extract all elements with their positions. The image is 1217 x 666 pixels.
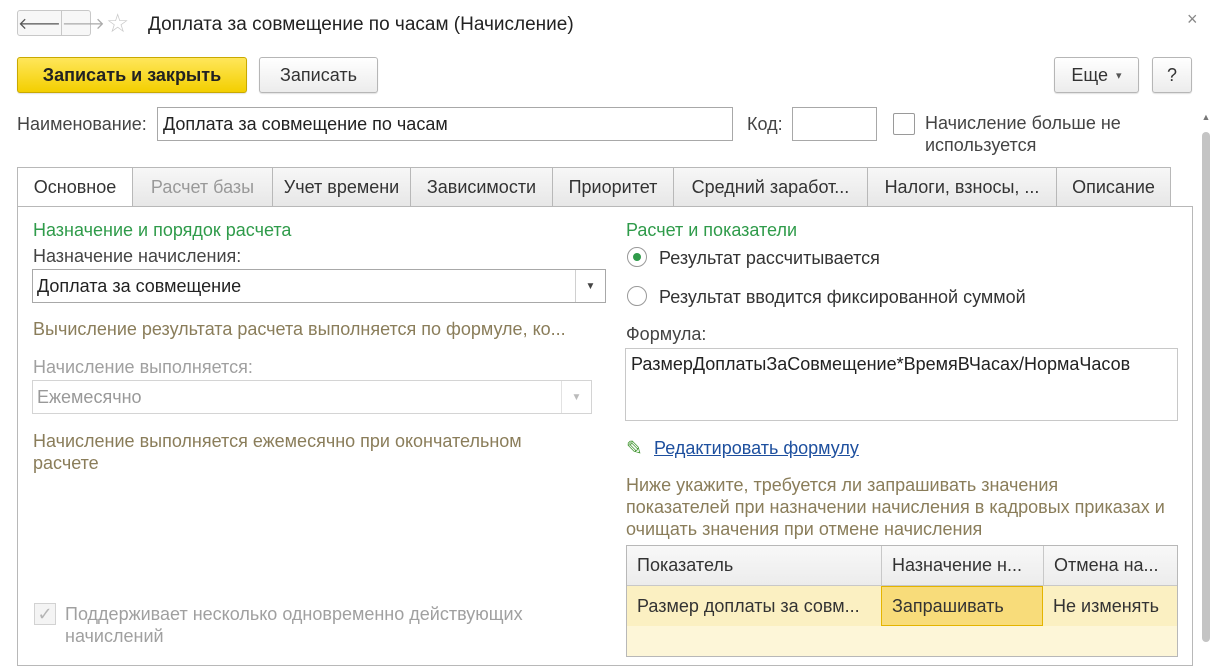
period-select-value: Ежемесячно — [37, 386, 142, 407]
tab-priority[interactable]: Приоритет — [553, 167, 674, 207]
tab-base-calc[interactable]: Расчет базы — [133, 167, 273, 207]
back-icon[interactable]: 🡐 — [18, 11, 61, 35]
multi-accruals-label-line2: начислений — [65, 626, 164, 646]
column-header-cancel[interactable]: Отмена на... — [1043, 546, 1177, 585]
section-title-calc: Расчет и показатели — [626, 220, 798, 240]
radio-calculated[interactable] — [627, 247, 647, 267]
table-cell-indicator[interactable]: Размер доплаты за совм... — [627, 586, 881, 626]
radio-selected-dot — [633, 253, 641, 261]
table-empty-row — [627, 626, 1177, 656]
save-button[interactable]: Записать — [259, 57, 378, 93]
pencil-icon: ✎ — [626, 438, 643, 460]
purpose-select[interactable]: Доплата за совмещение ▼ — [32, 269, 606, 303]
indicators-table: Показатель Назначение н... Отмена на... … — [626, 545, 1178, 657]
scroll-up-icon[interactable]: ▲ — [1199, 110, 1213, 124]
radio-calculated-label: Результат рассчитывается — [659, 248, 880, 268]
chevron-down-icon[interactable]: ▼ — [575, 270, 605, 302]
tab-taxes[interactable]: Налоги, взносы, ... — [868, 167, 1057, 207]
more-button[interactable]: Еще ▾ — [1054, 57, 1139, 93]
column-header-indicator[interactable]: Показатель — [627, 546, 881, 585]
tab-main[interactable]: Основное — [17, 167, 133, 207]
not-used-label: Начисление больше не используется — [925, 112, 1121, 156]
multi-accruals-checkbox: ✓ — [34, 603, 56, 625]
chevron-down-icon: ▼ — [561, 381, 591, 413]
period-select: Ежемесячно ▼ — [32, 380, 592, 414]
tab-dependencies[interactable]: Зависимости — [411, 167, 553, 207]
close-icon[interactable]: × — [1187, 9, 1198, 30]
more-label: Еще — [1071, 64, 1109, 85]
period-note: Начисление выполняется ежемесячно при ок… — [33, 430, 522, 474]
period-note-line2: расчете — [33, 453, 99, 473]
section-title-purpose: Назначение и порядок расчета — [33, 220, 292, 240]
column-header-assign[interactable]: Назначение н... — [881, 546, 1043, 585]
name-label: Наименование: — [17, 114, 147, 134]
tab-average-earnings[interactable]: Средний заработ... — [674, 167, 868, 207]
formula-field[interactable]: РазмерДоплатыЗаСовмещение*ВремяВЧасах/Но… — [625, 348, 1178, 421]
navigation-buttons: 🡐 🡒 — [17, 10, 105, 36]
formula-label: Формула: — [626, 324, 707, 344]
indicators-hint-line3: очищать значения при отмене начисления — [626, 519, 983, 539]
tab-strip: Основное Расчет базы Учет времени Зависи… — [17, 167, 1171, 207]
tab-time-accounting[interactable]: Учет времени — [273, 167, 411, 207]
purpose-label: Назначение начисления: — [33, 246, 242, 266]
edit-formula-link[interactable]: Редактировать формулу — [654, 438, 859, 459]
save-and-close-button[interactable]: Записать и закрыть — [17, 57, 247, 93]
help-button[interactable]: ? — [1152, 57, 1192, 93]
indicators-hint-line2: показателей при назначении начисления в … — [626, 497, 1165, 517]
formula-note: Вычисление результата расчета выполняетс… — [33, 319, 566, 339]
not-used-label-line1: Начисление больше не — [925, 113, 1121, 133]
scrollbar-thumb[interactable] — [1202, 132, 1210, 642]
purpose-select-value: Доплата за совмещение — [37, 275, 242, 296]
indicators-hint-line1: Ниже укажите, требуется ли запрашивать з… — [626, 475, 1059, 495]
name-input[interactable]: Доплата за совмещение по часам — [157, 107, 733, 141]
window-title: Доплата за совмещение по часам (Начислен… — [148, 14, 574, 35]
code-label: Код: — [747, 114, 783, 134]
multi-accruals-label: Поддерживает несколько одновременно дейс… — [65, 603, 523, 647]
favorite-star-icon[interactable]: ☆ — [106, 8, 129, 38]
code-input[interactable] — [792, 107, 877, 141]
table-header: Показатель Назначение н... Отмена на... — [627, 546, 1177, 586]
tab-description[interactable]: Описание — [1057, 167, 1171, 207]
radio-fixed-label: Результат вводится фиксированной суммой — [659, 287, 1026, 307]
period-note-line1: Начисление выполняется ежемесячно при ок… — [33, 431, 522, 451]
radio-fixed[interactable] — [627, 286, 647, 306]
vertical-scrollbar[interactable]: ▲ — [1199, 110, 1213, 646]
multi-accruals-label-line1: Поддерживает несколько одновременно дейс… — [65, 604, 523, 624]
table-cell-assign[interactable]: Запрашивать — [881, 586, 1043, 626]
indicators-hint: Ниже укажите, требуется ли запрашивать з… — [626, 474, 1165, 540]
not-used-checkbox[interactable] — [893, 113, 915, 135]
table-cell-cancel[interactable]: Не изменять — [1043, 586, 1177, 626]
period-label: Начисление выполняется: — [33, 357, 253, 377]
forward-icon[interactable]: 🡒 — [60, 11, 105, 35]
not-used-label-line2: используется — [925, 135, 1037, 155]
table-row[interactable]: Размер доплаты за совм... Запрашивать Не… — [627, 586, 1177, 626]
chevron-down-icon: ▾ — [1116, 69, 1122, 82]
